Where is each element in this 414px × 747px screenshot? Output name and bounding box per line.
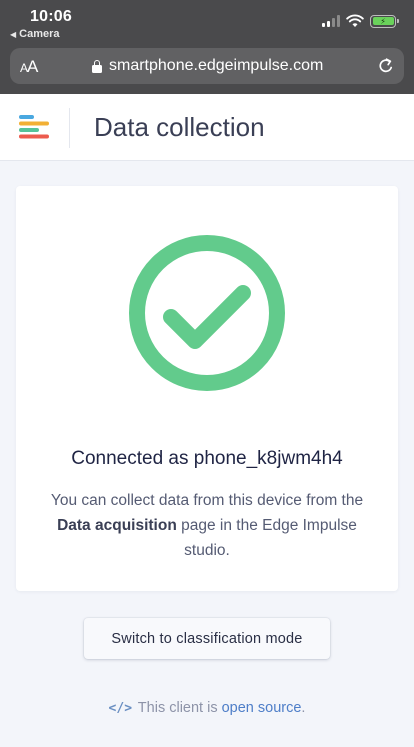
url-text: smartphone.edgeimpulse.com	[109, 57, 324, 74]
url-display[interactable]: smartphone.edgeimpulse.com	[92, 48, 323, 84]
battery-charging-icon: ⚡	[370, 14, 399, 28]
address-bar[interactable]: AA smartphone.edgeimpulse.com	[10, 48, 404, 84]
lock-icon	[92, 59, 102, 73]
status-icons: ⚡	[322, 14, 399, 28]
back-arrow-icon: ◀	[10, 30, 17, 39]
connection-description: You can collect data from this device fr…	[50, 492, 364, 559]
back-app-label: Camera	[19, 28, 60, 40]
app-header: Data collection	[0, 94, 414, 161]
page-title: Data collection	[94, 112, 265, 142]
connected-message: Connected as phone_k8jwm4h4	[71, 448, 343, 469]
data-acquisition-label: Data acquisition	[57, 517, 177, 534]
status-time: 10:06	[30, 8, 72, 25]
text-size-button[interactable]: AA	[20, 57, 38, 77]
success-check-icon	[129, 235, 285, 391]
header-divider	[69, 108, 70, 148]
switch-to-classification-button[interactable]: Switch to classification mode	[84, 618, 330, 659]
browser-chrome: 10:06 ◀ Camera ⚡ AA smartphone.edgeimpuls…	[0, 0, 414, 94]
back-to-app-link[interactable]: ◀ Camera	[10, 28, 60, 40]
connection-status-card: Connected as phone_k8jwm4h4 You can coll…	[16, 186, 398, 591]
cellular-signal-icon	[322, 15, 340, 27]
code-icon: </>	[108, 701, 133, 716]
device-name: phone_k8jwm4h4	[193, 448, 343, 469]
reload-icon[interactable]	[376, 56, 396, 76]
open-source-link[interactable]: open source	[222, 700, 302, 716]
wifi-icon	[346, 14, 364, 27]
footer: </> This client is open source.	[108, 700, 306, 716]
edge-impulse-logo-icon[interactable]	[17, 114, 51, 140]
